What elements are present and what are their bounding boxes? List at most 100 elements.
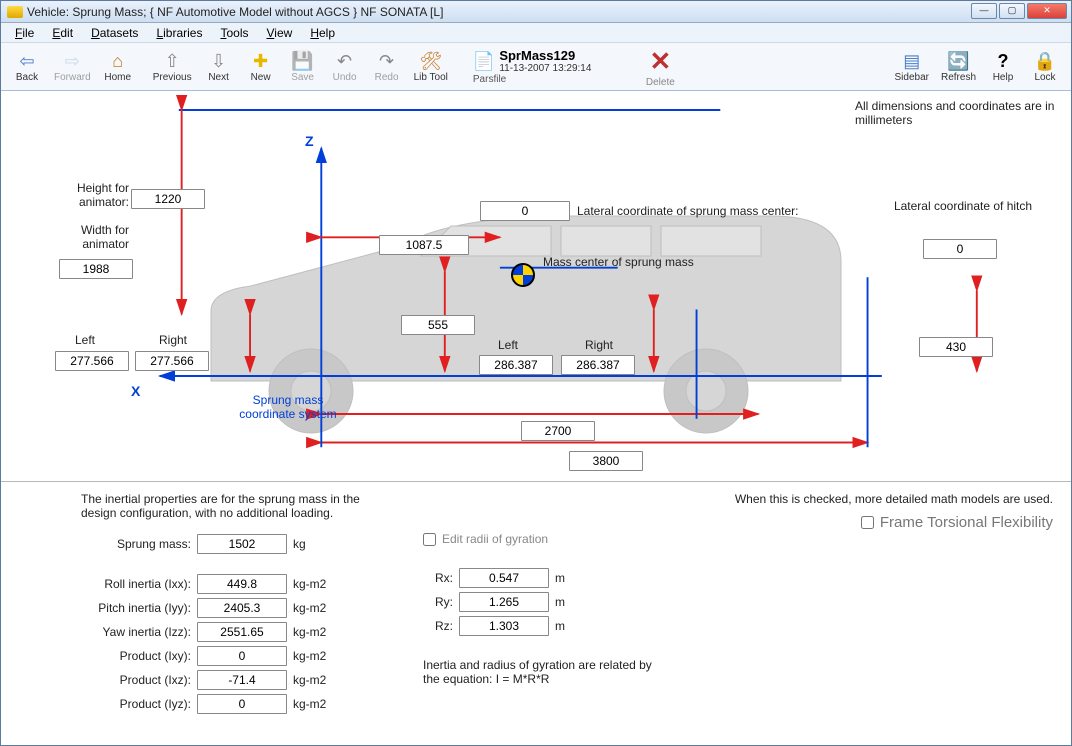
rx-unit: m: [555, 571, 569, 585]
delete-label: Delete: [646, 77, 675, 88]
roll-unit: kg-m2: [293, 577, 337, 591]
parsfile-section[interactable]: 📄 SprMass129 11-13-2007 13:29:14 Parsfil…: [467, 48, 598, 85]
pxy-label: Product (Ixy):: [81, 649, 191, 663]
ry-input[interactable]: [459, 592, 549, 612]
bottom-area: The inertial properties are for the spru…: [1, 481, 1071, 724]
lateral-cg-input[interactable]: [480, 201, 570, 221]
rear-track-right-input[interactable]: [561, 355, 635, 375]
sprung-mass-input[interactable]: [197, 534, 287, 554]
pxz-unit: kg-m2: [293, 673, 337, 687]
rz-label: Rz:: [423, 619, 453, 633]
roll-input[interactable]: [197, 574, 287, 594]
rx-label: Rx:: [423, 571, 453, 585]
lock-button[interactable]: 🔒Lock: [1025, 46, 1065, 88]
menu-libraries[interactable]: Libraries: [148, 24, 210, 42]
help-button[interactable]: ?Help: [983, 46, 1023, 88]
pitch-label: Pitch inertia (Iyy):: [81, 601, 191, 615]
maximize-button[interactable]: ▢: [999, 3, 1025, 19]
frame-hint: When this is checked, more detailed math…: [735, 492, 1053, 506]
menubar: File Edit Datasets Libraries Tools View …: [1, 23, 1071, 43]
delete-button[interactable]: ✕: [641, 46, 679, 77]
roll-label: Roll inertia (Ixx):: [81, 577, 191, 591]
arrow-right-icon: ⇨: [65, 51, 80, 71]
axis-x-label: X: [131, 383, 140, 399]
pitch-input[interactable]: [197, 598, 287, 618]
home-icon: ⌂: [112, 51, 123, 71]
menu-view[interactable]: View: [259, 24, 301, 42]
hitch-height-input[interactable]: [919, 337, 993, 357]
redo-button[interactable]: ↷Redo: [367, 46, 407, 88]
lateral-cg-label: Lateral coordinate of sprung mass center…: [577, 204, 798, 218]
app-icon: [7, 6, 23, 18]
new-button[interactable]: ✚New: [241, 46, 281, 88]
next-button[interactable]: ⇩Next: [199, 46, 239, 88]
menu-datasets[interactable]: Datasets: [83, 24, 146, 42]
menu-file[interactable]: File: [7, 24, 42, 42]
pxy-input[interactable]: [197, 646, 287, 666]
save-button[interactable]: 💾Save: [283, 46, 323, 88]
rz-input[interactable]: [459, 616, 549, 636]
menu-edit[interactable]: Edit: [44, 24, 81, 42]
mass-center-label: Mass center of sprung mass: [543, 255, 694, 269]
height-animator-input[interactable]: [131, 189, 205, 209]
yaw-label: Yaw inertia (Izz):: [81, 625, 191, 639]
axis-z-label: Z: [305, 133, 314, 149]
ry-unit: m: [555, 595, 569, 609]
pitch-unit: kg-m2: [293, 601, 337, 615]
height-animator-label: Height for animator:: [49, 181, 129, 209]
edit-radii-label: Edit radii of gyration: [442, 532, 548, 546]
help-icon: ?: [998, 51, 1009, 71]
pxz-input[interactable]: [197, 670, 287, 690]
diagram-area: All dimensions and coordinates are in mi…: [1, 91, 1071, 471]
close-button[interactable]: ✕: [1027, 3, 1067, 19]
ry-label: Ry:: [423, 595, 453, 609]
front-track-right-input[interactable]: [135, 351, 209, 371]
wheelbase-1087-input[interactable]: [379, 235, 469, 255]
sidebar-icon: ▤: [903, 51, 920, 71]
width-animator-input[interactable]: [59, 259, 133, 279]
edit-radii-checkbox[interactable]: [423, 533, 436, 546]
pyz-input[interactable]: [197, 694, 287, 714]
lateral-hitch-input[interactable]: [923, 239, 997, 259]
wheelbase-2700-input[interactable]: [521, 421, 595, 441]
rear-track-left-input[interactable]: [479, 355, 553, 375]
parsfile-label: Parsfile: [473, 74, 506, 85]
back-button[interactable]: ⇦Back: [7, 46, 47, 88]
minimize-button[interactable]: —: [971, 3, 997, 19]
rear-right-label: Right: [585, 338, 613, 352]
front-track-left-input[interactable]: [55, 351, 129, 371]
toolbar: ⇦Back ⇨Forward ⌂Home ⇧Previous ⇩Next ✚Ne…: [1, 43, 1071, 91]
previous-button[interactable]: ⇧Previous: [148, 46, 197, 88]
front-left-label: Left: [75, 333, 95, 347]
lock-icon: 🔒: [1034, 51, 1056, 71]
menu-tools[interactable]: Tools: [212, 24, 256, 42]
units-note: All dimensions and coordinates are in mi…: [855, 99, 1055, 127]
window-title: Vehicle: Sprung Mass; { NF Automotive Mo…: [27, 5, 443, 19]
yaw-input[interactable]: [197, 622, 287, 642]
overall-3800-input[interactable]: [569, 451, 643, 471]
libtool-button[interactable]: 🛠Lib Tool: [409, 46, 453, 88]
pyz-label: Product (Iyz):: [81, 697, 191, 711]
libtool-icon: 🛠: [419, 51, 442, 71]
redo-icon: ↷: [379, 51, 394, 71]
cg-height-input[interactable]: [401, 315, 475, 335]
sprung-mass-unit: kg: [293, 537, 337, 551]
yaw-unit: kg-m2: [293, 625, 337, 639]
frame-flex-checkbox[interactable]: [861, 516, 874, 529]
rz-unit: m: [555, 619, 569, 633]
pxy-unit: kg-m2: [293, 649, 337, 663]
forward-button[interactable]: ⇨Forward: [49, 46, 96, 88]
sprung-mass-label: Sprung mass:: [81, 537, 191, 551]
home-button[interactable]: ⌂Home: [98, 46, 138, 88]
sidebar-button[interactable]: ▤Sidebar: [890, 46, 934, 88]
rx-input[interactable]: [459, 568, 549, 588]
refresh-icon: 🔄: [947, 51, 969, 71]
arrow-down-icon: ⇩: [211, 51, 226, 71]
menu-help[interactable]: Help: [302, 24, 343, 42]
rear-left-label: Left: [498, 338, 518, 352]
undo-button[interactable]: ↶Undo: [325, 46, 365, 88]
coord-sys-label: Sprung mass coordinate system: [223, 393, 353, 421]
parsfile-name: SprMass129: [499, 48, 591, 63]
pyz-unit: kg-m2: [293, 697, 337, 711]
refresh-button[interactable]: 🔄Refresh: [936, 46, 981, 88]
